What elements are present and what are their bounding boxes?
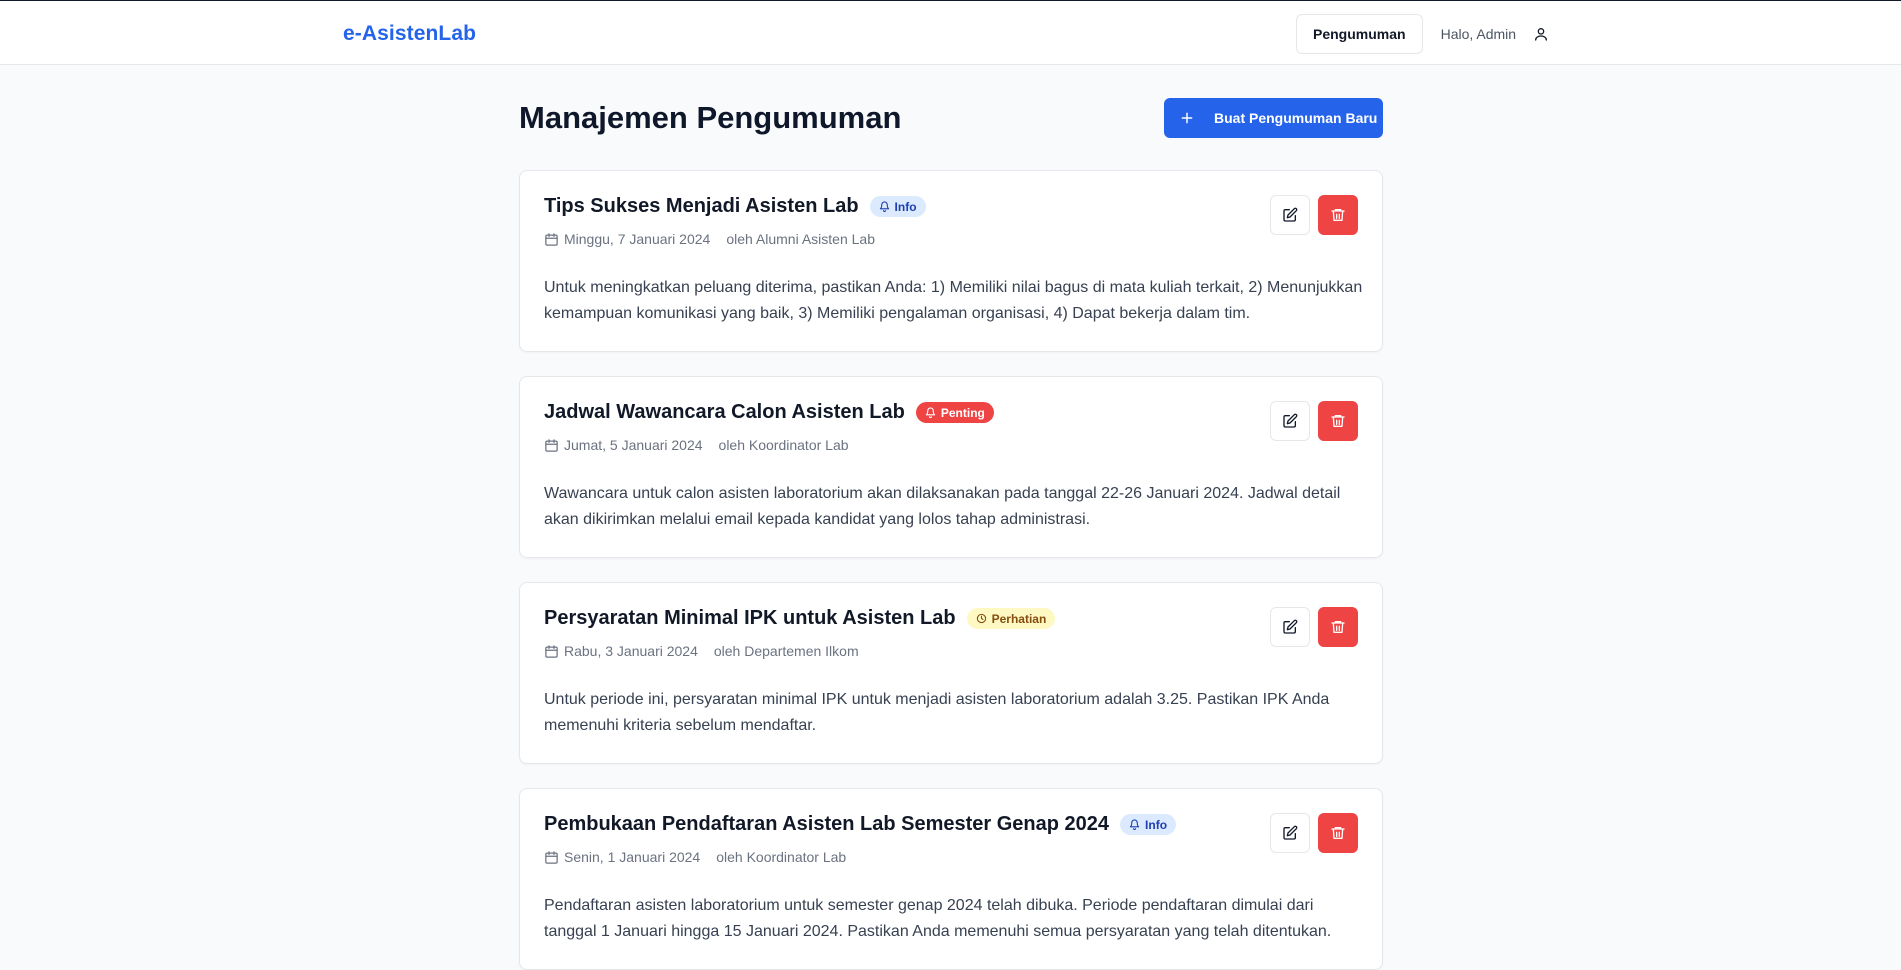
- new-announcement-button[interactable]: Buat Pengumuman Baru: [1164, 98, 1383, 138]
- brand-logo-link[interactable]: e-AsistenLab: [343, 22, 476, 46]
- announcement-author: oleh Departemen Ilkom: [713, 643, 859, 659]
- delete-button[interactable]: [1318, 195, 1358, 235]
- delete-button[interactable]: [1318, 813, 1358, 853]
- announcement-badge: Perhatian: [966, 608, 1056, 629]
- edit-button[interactable]: [1270, 607, 1310, 647]
- nav-right: Pengumuman Halo, Admin: [1296, 14, 1550, 54]
- announcement-badge: Info: [869, 196, 926, 217]
- badge-label: Penting: [940, 405, 985, 420]
- bell-icon: [925, 407, 936, 418]
- announcement-body: Pendaftaran asisten laboratorium untuk s…: [544, 897, 1332, 940]
- announcement-date: Jumat, 5 Januari 2024: [564, 437, 703, 453]
- announcement-card: Pembukaan Pendaftaran Asisten Lab Semest…: [519, 788, 1383, 970]
- edit-icon: [1283, 619, 1298, 634]
- new-announcement-label: Buat Pengumuman Baru: [1214, 110, 1378, 126]
- announcement-body: Untuk periode ini, persyaratan minimal I…: [544, 691, 1330, 734]
- calendar-icon: [545, 438, 558, 452]
- announcement-card: Tips Sukses Menjadi Asisten Lab Info Min…: [519, 170, 1383, 352]
- delete-button[interactable]: [1318, 607, 1358, 647]
- badge-label: Info: [1145, 817, 1168, 832]
- badge-label: Perhatian: [991, 611, 1047, 626]
- announcement-body: Wawancara untuk calon asisten laboratori…: [544, 485, 1341, 528]
- trash-icon: [1331, 827, 1345, 839]
- edit-button[interactable]: [1270, 401, 1310, 441]
- plus-icon: [1181, 112, 1193, 124]
- badge-label: Info: [894, 199, 917, 214]
- announcement-date: Rabu, 3 Januari 2024: [564, 643, 698, 659]
- bell-icon: [1129, 819, 1140, 830]
- calendar-icon: [545, 850, 558, 864]
- user-icon[interactable]: [1532, 25, 1550, 43]
- announcement-author: oleh Koordinator Lab: [716, 849, 847, 865]
- calendar-icon: [545, 644, 558, 658]
- clock-icon: [976, 613, 986, 624]
- page-title: Manajemen Pengumuman: [519, 100, 902, 135]
- trash-icon: [1331, 209, 1345, 221]
- delete-button[interactable]: [1318, 401, 1358, 441]
- calendar-icon: [545, 232, 558, 246]
- announcement-date: Minggu, 7 Januari 2024: [564, 231, 711, 247]
- edit-icon: [1283, 413, 1298, 428]
- trash-icon: [1331, 415, 1345, 427]
- announcement-title: Jadwal Wawancara Calon Asisten Lab: [544, 401, 905, 423]
- edit-icon: [1283, 825, 1298, 840]
- announcement-title: Persyaratan Minimal IPK untuk Asisten La…: [544, 607, 956, 629]
- user-greeting: Halo, Admin: [1440, 26, 1517, 42]
- bell-icon: [879, 201, 889, 212]
- nav-pengumuman-button[interactable]: Pengumuman: [1296, 14, 1423, 54]
- announcement-card: Jadwal Wawancara Calon Asisten Lab Penti…: [519, 376, 1383, 558]
- announcement-badge: Penting: [915, 402, 994, 423]
- edit-button[interactable]: [1270, 813, 1310, 853]
- announcement-author: oleh Koordinator Lab: [718, 437, 849, 453]
- announcement-author: oleh Alumni Asisten Lab: [726, 231, 875, 247]
- edit-button[interactable]: [1270, 195, 1310, 235]
- announcement-title: Pembukaan Pendaftaran Asisten Lab Semest…: [544, 813, 1110, 835]
- edit-icon: [1283, 207, 1298, 222]
- announcement-body: Untuk meningkatkan peluang diterima, pas…: [544, 279, 1363, 322]
- announcement-card: Persyaratan Minimal IPK untuk Asisten La…: [519, 582, 1383, 764]
- announcement-badge: Info: [1120, 814, 1177, 835]
- trash-icon: [1331, 621, 1345, 633]
- top-navbar: e-AsistenLab Pengumuman Halo, Admin: [0, 0, 1901, 65]
- announcement-title: Tips Sukses Menjadi Asisten Lab: [544, 195, 859, 217]
- announcement-date: Senin, 1 Januari 2024: [564, 849, 701, 865]
